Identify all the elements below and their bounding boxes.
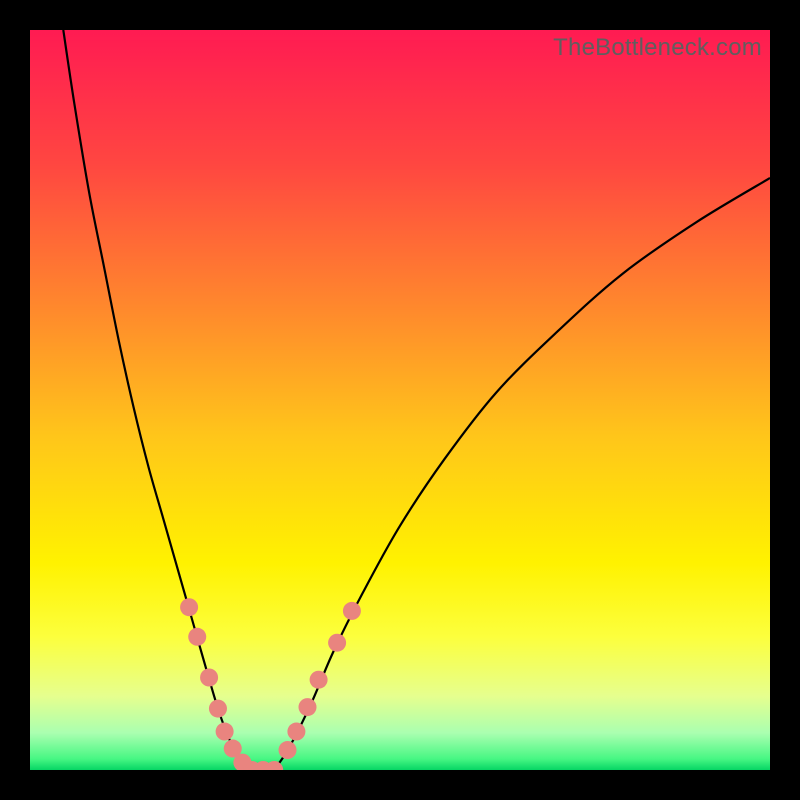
marker-dot (287, 723, 305, 741)
outer-frame: TheBottleneck.com (0, 0, 800, 800)
plot-area: TheBottleneck.com (30, 30, 770, 770)
curves-layer (30, 30, 770, 770)
left-curve (63, 30, 252, 770)
marker-dot (209, 700, 227, 718)
marker-dot (279, 741, 297, 759)
marker-dot (299, 698, 317, 716)
marker-dot (328, 634, 346, 652)
marker-dots (180, 598, 361, 770)
marker-dot (343, 602, 361, 620)
marker-dot (188, 628, 206, 646)
marker-dot (310, 671, 328, 689)
marker-dot (216, 723, 234, 741)
marker-dot (200, 669, 218, 687)
marker-dot (180, 598, 198, 616)
right-curve (274, 178, 770, 770)
